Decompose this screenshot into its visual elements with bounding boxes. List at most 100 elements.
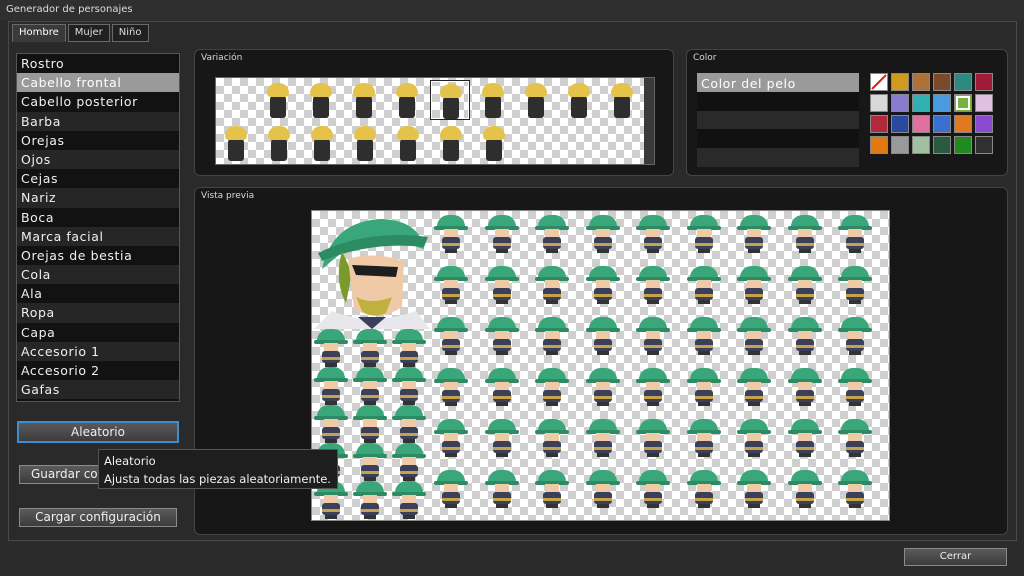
color-swatch[interactable] xyxy=(891,115,909,133)
color-swatch[interactable] xyxy=(912,73,930,91)
color-swatch[interactable] xyxy=(870,73,888,91)
color-swatch[interactable] xyxy=(954,73,972,91)
hair-variant xyxy=(311,126,333,140)
character-sprite xyxy=(535,368,569,406)
color-swatch[interactable] xyxy=(975,136,993,154)
color-row-label xyxy=(697,95,701,110)
color-row-label xyxy=(697,151,701,166)
part-item[interactable]: Capa xyxy=(17,323,179,342)
no-color-icon xyxy=(871,74,887,90)
variation-option[interactable] xyxy=(302,123,342,163)
random-button[interactable]: Aleatorio xyxy=(17,421,179,443)
color-swatch[interactable] xyxy=(975,94,993,112)
variation-option[interactable] xyxy=(473,80,513,120)
color-row-label xyxy=(697,114,701,129)
color-swatch[interactable] xyxy=(891,73,909,91)
part-item[interactable]: Orejas xyxy=(17,131,179,150)
color-swatch[interactable] xyxy=(954,94,972,112)
character-sprite xyxy=(686,266,721,304)
character-sprite xyxy=(535,215,569,253)
character-sprite xyxy=(585,215,620,253)
character-sprite xyxy=(636,419,670,457)
color-swatch[interactable] xyxy=(891,94,909,112)
character-sprite xyxy=(434,266,468,304)
color-row[interactable] xyxy=(697,129,859,148)
color-swatch[interactable] xyxy=(975,115,993,133)
character-sprite xyxy=(484,368,519,406)
variation-option[interactable] xyxy=(516,80,556,120)
variation-option[interactable] xyxy=(345,123,385,163)
character-sprite xyxy=(737,266,771,304)
character-sprite xyxy=(686,317,721,355)
color-swatch[interactable] xyxy=(912,115,930,133)
variation-option[interactable] xyxy=(559,80,599,120)
part-item[interactable]: Ojos xyxy=(17,149,179,170)
part-item[interactable]: Orejas de bestia xyxy=(17,246,179,265)
part-item[interactable]: Accesorio 2 xyxy=(17,361,179,380)
color-swatch[interactable] xyxy=(933,94,951,112)
color-row[interactable] xyxy=(697,92,859,111)
variation-option[interactable] xyxy=(258,80,298,120)
character-sprite xyxy=(838,368,872,406)
hair-variant xyxy=(310,83,332,97)
tab-hombre[interactable]: Hombre xyxy=(12,24,66,42)
color-swatch[interactable] xyxy=(975,73,993,91)
variation-option[interactable] xyxy=(430,80,470,120)
variation-option[interactable] xyxy=(301,80,341,120)
color-swatch[interactable] xyxy=(912,136,930,154)
color-swatch[interactable] xyxy=(870,115,888,133)
variation-option[interactable] xyxy=(387,80,427,120)
variation-option[interactable] xyxy=(344,80,384,120)
part-item[interactable]: Cabello posterior xyxy=(17,92,179,111)
load-config-button[interactable]: Cargar configuración xyxy=(19,508,177,527)
hair-variant xyxy=(568,83,590,97)
close-button[interactable]: Cerrar xyxy=(904,548,1007,566)
part-item[interactable]: Ala xyxy=(17,284,179,303)
hair-variant xyxy=(225,126,247,140)
color-swatch[interactable] xyxy=(954,115,972,133)
character-sprite xyxy=(838,215,872,253)
character-sprite xyxy=(636,215,670,253)
color-swatch[interactable] xyxy=(933,73,951,91)
variation-scrollbar[interactable] xyxy=(644,78,654,164)
hair-variant xyxy=(611,83,633,97)
character-sprite xyxy=(535,317,569,355)
character-sprite xyxy=(636,470,670,508)
variation-option[interactable] xyxy=(474,123,514,163)
tab-mujer[interactable]: Mujer xyxy=(67,24,110,42)
variation-option[interactable] xyxy=(216,123,256,163)
variation-option[interactable] xyxy=(259,123,299,163)
color-row[interactable]: Color del pelo xyxy=(697,73,859,92)
variation-option[interactable] xyxy=(431,123,471,163)
part-item[interactable]: Accesorio 1 xyxy=(17,341,179,361)
color-swatch[interactable] xyxy=(891,136,909,154)
character-sprite xyxy=(838,419,872,457)
part-item[interactable]: Cabello frontal xyxy=(17,73,179,93)
character-sprite xyxy=(434,419,468,457)
color-swatch[interactable] xyxy=(933,136,951,154)
character-sprite xyxy=(392,443,426,481)
part-item[interactable]: Barba xyxy=(17,111,179,131)
part-item[interactable]: Marca facial xyxy=(17,226,179,246)
color-row[interactable] xyxy=(697,148,859,167)
color-swatch[interactable] xyxy=(870,94,888,112)
tab-nino[interactable]: Niño xyxy=(111,24,149,42)
character-sprite xyxy=(686,419,721,457)
variation-option[interactable] xyxy=(388,123,428,163)
part-item[interactable]: Cola xyxy=(17,265,179,285)
color-row[interactable] xyxy=(697,110,859,130)
part-item[interactable]: Ropa xyxy=(17,303,179,323)
color-swatch[interactable] xyxy=(954,136,972,154)
variation-option[interactable] xyxy=(602,80,642,120)
part-item[interactable]: Cejas xyxy=(17,169,179,188)
color-swatch[interactable] xyxy=(933,115,951,133)
part-item[interactable]: Gafas xyxy=(17,380,179,400)
color-swatch[interactable] xyxy=(912,94,930,112)
part-item[interactable]: Nariz xyxy=(17,188,179,208)
character-sprite xyxy=(353,367,387,405)
character-sprite xyxy=(636,266,670,304)
part-item[interactable]: Rostro xyxy=(17,54,179,73)
color-swatch[interactable] xyxy=(870,136,888,154)
part-item[interactable]: Boca xyxy=(17,208,179,227)
character-sprite xyxy=(314,329,348,367)
